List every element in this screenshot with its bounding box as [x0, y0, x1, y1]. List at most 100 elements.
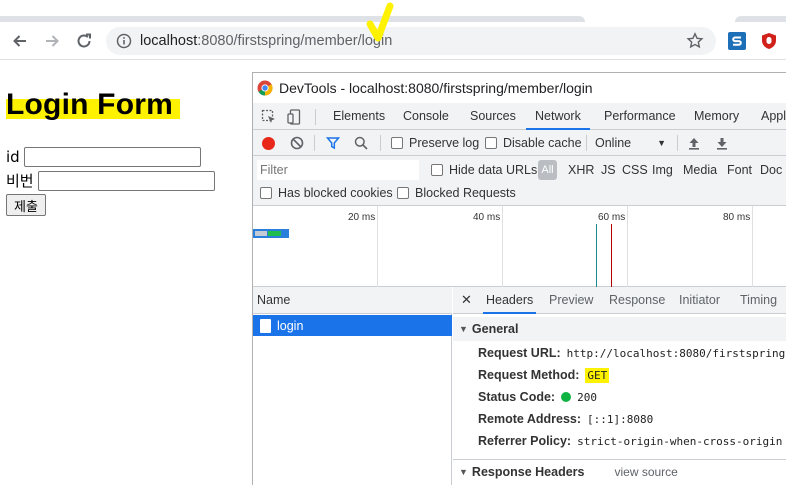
- toolbar-divider: [314, 135, 315, 151]
- export-har-button[interactable]: [716, 130, 728, 156]
- document-icon: [260, 318, 271, 333]
- tab-preview[interactable]: Preview: [549, 287, 593, 314]
- tab-sources[interactable]: Sources: [470, 103, 516, 130]
- preserve-log-checkbox[interactable]: Preserve log: [391, 130, 479, 156]
- id-field[interactable]: [23, 147, 201, 167]
- tab-initiator[interactable]: Initiator: [679, 287, 720, 314]
- filter-type-img[interactable]: Img: [652, 159, 673, 181]
- filter-input[interactable]: [257, 160, 419, 180]
- request-name: login: [277, 318, 304, 333]
- timing-segment-wait: [268, 231, 281, 236]
- import-har-button[interactable]: [688, 130, 700, 156]
- close-icon[interactable]: ✕: [461, 292, 472, 308]
- filter-type-css[interactable]: CSS: [622, 159, 648, 181]
- device-toolbar-icon[interactable]: [287, 109, 303, 125]
- submit-button[interactable]: 제출: [6, 194, 46, 216]
- disable-cache-checkbox[interactable]: Disable cache: [485, 130, 582, 156]
- back-button[interactable]: [7, 28, 33, 54]
- password-field[interactable]: [37, 170, 215, 191]
- disable-cache-box[interactable]: [485, 137, 497, 149]
- filter-toggle[interactable]: [326, 130, 340, 156]
- address-bar[interactable]: localhost:8080/firstspring/member/login: [106, 27, 716, 55]
- blocked-requests-checkbox[interactable]: Blocked Requests: [397, 182, 516, 204]
- download-icon: [717, 137, 727, 150]
- grid-line: [377, 206, 378, 287]
- tab-network[interactable]: Network: [526, 103, 590, 130]
- filter-type-font[interactable]: Font: [727, 159, 752, 181]
- search-button[interactable]: [354, 130, 368, 156]
- page-title: Login Form: [6, 89, 180, 121]
- timing-segment-queue: [255, 231, 267, 236]
- tick-label: 40 ms: [473, 212, 501, 223]
- remote-address-row: Remote Address: [::1]:8080: [478, 409, 653, 429]
- hide-data-urls-box[interactable]: [431, 164, 443, 176]
- response-headers-section-header[interactable]: ▼ Response Headers view source: [453, 459, 786, 483]
- request-method-row: Request Method: GET: [478, 365, 610, 385]
- filter-type-all[interactable]: All: [538, 160, 557, 180]
- grid-line: [502, 206, 503, 287]
- s-logo-icon: [732, 36, 742, 46]
- filter-icon: [326, 137, 340, 150]
- request-row[interactable]: login: [253, 315, 452, 336]
- disable-cache-label: Disable cache: [503, 136, 582, 150]
- name-column-header[interactable]: Name: [253, 287, 452, 314]
- tab-console[interactable]: Console: [403, 103, 449, 130]
- tick-label: 20 ms: [348, 212, 376, 223]
- toolbar-divider: [380, 135, 381, 151]
- arrow-right-icon: [46, 35, 59, 47]
- throttling-select[interactable]: Online ▼: [595, 130, 666, 156]
- toolbar-divider: [677, 135, 678, 151]
- clear-icon: [290, 136, 304, 150]
- reload-icon: [77, 33, 91, 48]
- has-blocked-cookies-checkbox[interactable]: Has blocked cookies: [260, 182, 393, 204]
- tab-memory[interactable]: Memory: [694, 103, 739, 130]
- tab-response[interactable]: Response: [609, 287, 665, 314]
- chevron-down-icon: ▼: [657, 138, 667, 148]
- filter-type-js[interactable]: JS: [601, 159, 616, 181]
- network-overview[interactable]: 20 ms 40 ms 60 ms 80 ms: [253, 206, 786, 287]
- status-code-row: Status Code: 200: [478, 387, 597, 407]
- referrer-policy-value: strict-origin-when-cross-origin: [577, 434, 783, 448]
- dom-content-loaded-line: [596, 224, 597, 287]
- forward-button[interactable]: [39, 28, 65, 54]
- clear-button[interactable]: [290, 130, 304, 156]
- extension-s-icon[interactable]: [728, 32, 746, 50]
- reload-button[interactable]: [71, 28, 97, 54]
- info-icon[interactable]: [116, 33, 132, 49]
- search-icon: [354, 136, 368, 150]
- tab-performance[interactable]: Performance: [604, 103, 676, 130]
- preserve-log-box[interactable]: [391, 137, 403, 149]
- general-section-header[interactable]: ▼ General: [453, 317, 786, 341]
- throttling-value: Online: [595, 136, 632, 150]
- status-code-key: Status Code:: [478, 390, 556, 404]
- annotation-check-mark: [366, 2, 394, 42]
- filter-type-xhr[interactable]: XHR: [568, 159, 594, 181]
- url-text[interactable]: localhost:8080/firstspring/member/login: [140, 33, 392, 49]
- request-method-value: GET: [585, 367, 610, 383]
- tab-application[interactable]: Appl: [761, 103, 786, 130]
- request-timing-bar: [253, 229, 289, 238]
- request-list: Name login: [253, 287, 452, 485]
- toolbar-divider: [586, 135, 587, 151]
- detail-tabs: ✕ Headers Preview Response Initiator Tim…: [453, 287, 786, 314]
- request-detail: ✕ Headers Preview Response Initiator Tim…: [453, 287, 786, 485]
- record-button[interactable]: [262, 130, 275, 156]
- referrer-policy-row: Referrer Policy: strict-origin-when-cros…: [478, 431, 782, 451]
- tab-headers[interactable]: Headers: [483, 287, 537, 314]
- hide-data-urls-checkbox[interactable]: Hide data URLs: [431, 159, 537, 181]
- filter-type-media[interactable]: Media: [683, 159, 717, 181]
- inspect-element-icon[interactable]: [261, 109, 277, 125]
- tab-timing[interactable]: Timing: [740, 287, 777, 314]
- tick-label: 80 ms: [723, 212, 751, 223]
- shield-extension-icon[interactable]: [760, 32, 778, 50]
- has-blocked-cookies-box[interactable]: [260, 187, 272, 199]
- grid-line: [627, 206, 628, 287]
- request-url-key: Request URL:: [478, 346, 561, 360]
- status-code-value: 200: [577, 390, 597, 404]
- filter-type-doc[interactable]: Doc: [760, 159, 782, 181]
- tabs-divider: [315, 109, 316, 125]
- blocked-requests-box[interactable]: [397, 187, 409, 199]
- star-icon[interactable]: [686, 32, 704, 50]
- tab-elements[interactable]: Elements: [333, 103, 385, 130]
- view-source-link[interactable]: view source: [614, 465, 677, 479]
